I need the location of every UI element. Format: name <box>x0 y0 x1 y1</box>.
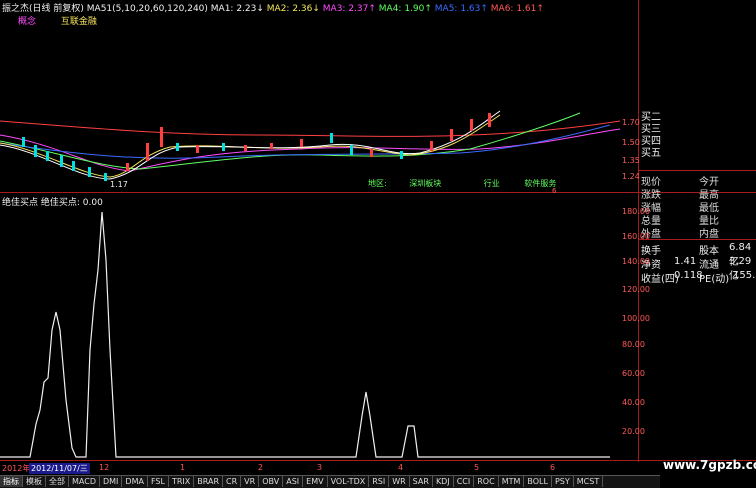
tab-obv[interactable]: OBV <box>259 476 284 487</box>
ask-3: 买三 <box>641 124 661 135</box>
ma6-value: MA6: 1.61↑ <box>490 4 544 14</box>
timeline-mark-4: 4 <box>398 463 404 472</box>
timeline-mark-1: 1 <box>180 463 186 472</box>
ind-axis-120: 120.00 <box>622 285 650 294</box>
info-industry-label: 行业 <box>483 179 500 188</box>
tab-template[interactable]: 模板 <box>23 476 46 487</box>
ind-axis-140: 140.00 <box>622 257 650 266</box>
tab-trix[interactable]: TRIX <box>169 476 195 487</box>
ma-green-line <box>0 112 581 170</box>
ask-2: 买二 <box>641 112 661 123</box>
stats-value-netasset: 1.41 <box>674 256 697 267</box>
concept-label[interactable]: 概念 <box>18 17 36 27</box>
timeline-mark-2: 2 <box>258 463 264 472</box>
tab-cr[interactable]: CR <box>223 476 242 487</box>
info-note: 6 <box>552 187 557 195</box>
stock-title[interactable]: 振之杰(日线 前复权) <box>2 4 84 14</box>
kline-axis-2: 1.50 <box>622 138 640 147</box>
concept-tags: 概念 互联金融 <box>18 14 97 27</box>
timeline-year: 2012年 <box>2 464 31 473</box>
tab-macd[interactable]: MACD <box>69 476 100 487</box>
tab-mcst[interactable]: MCST <box>574 476 604 487</box>
candles <box>22 113 491 181</box>
tab-brar[interactable]: BRAR <box>194 476 224 487</box>
ma-blue-line <box>0 124 611 159</box>
tab-roc[interactable]: ROC <box>474 476 499 487</box>
quote-divider-1 <box>639 170 756 171</box>
kline-axis-1: 1.70 <box>622 118 640 127</box>
info-board[interactable]: 深圳板块 <box>409 179 441 188</box>
ask-4: 买四 <box>641 136 661 147</box>
quote-row-outer: 外盘 内盘 <box>641 225 753 240</box>
ma-params: MA51(5,10,20,60,120,240) <box>86 4 208 14</box>
tab-mtm[interactable]: MTM <box>499 476 525 487</box>
quote-row-change: 涨跌 最高 <box>641 186 753 201</box>
tab-rsi[interactable]: RSI <box>369 476 390 487</box>
tab-vr[interactable]: VR <box>241 476 260 487</box>
panel-divider <box>638 0 639 462</box>
ma2-value: MA2: 2.36↓ <box>266 4 320 14</box>
timeline[interactable]: 2012年 2012/11/07/三 12 1 2 3 4 5 6 <box>0 463 620 474</box>
stats-label-float: 流通 <box>699 260 719 271</box>
timeline-top <box>0 460 756 461</box>
quote-row-price: 现价 今开 <box>641 173 753 188</box>
ind-axis-160: 160.00 <box>622 232 650 241</box>
chart-header: 振之杰(日线 前复权) MA51(5,10,20,60,120,240) MA1… <box>2 1 544 14</box>
ma4-value: MA4: 1.90↑ <box>378 4 432 14</box>
timeline-mark-12: 12 <box>99 463 110 472</box>
concept-sector[interactable]: 互联金融 <box>61 17 97 27</box>
stats-label-capital: 股本 <box>699 246 719 257</box>
tab-cci[interactable]: CCI <box>454 476 475 487</box>
kline-info: 地区: 深圳板块 行业 软件服务 <box>368 178 556 189</box>
kline-axis-4: 1.24 <box>622 172 640 181</box>
stats-row-turnover: 换手 股本 6.84亿 <box>641 242 755 268</box>
stats-row-eps: 收益(四) 0.118 PE(动) 155.8 <box>641 270 756 285</box>
low-price-marker: 1.17 <box>110 180 128 189</box>
indicator-tab-bar: 指标 模板 全部 MACD DMI DMA FSL TRIX BRAR CR VR OBV ASI EMV… <box>0 475 660 488</box>
tab-dmi[interactable]: DMI <box>100 476 123 487</box>
indicator-line <box>0 211 610 458</box>
tab-emv[interactable]: EMV <box>303 476 328 487</box>
tab-boll[interactable]: BOLL <box>524 476 552 487</box>
timeline-mark-6: 6 <box>550 463 556 472</box>
quote-label-inner: 内盘 <box>699 229 719 240</box>
ma3-value: MA3: 2.37↑ <box>322 4 376 14</box>
stats-row-netasset: 净资 1.41 流通 3.29亿 <box>641 256 755 282</box>
timeline-mark-3: 3 <box>317 463 323 472</box>
ask-5: 买五 <box>641 148 661 159</box>
tab-asi[interactable]: ASI <box>283 476 304 487</box>
ind-axis-60: 60.00 <box>622 369 645 378</box>
tab-psy[interactable]: PSY <box>552 476 574 487</box>
quote-row-volume: 总量 量比 <box>641 212 753 227</box>
kline-axis-3: 1.35 <box>622 156 640 165</box>
tab-kdj[interactable]: KDJ <box>433 476 454 487</box>
info-region-label: 地区: <box>368 179 387 188</box>
quote-row-pct: 涨幅 最低 <box>641 199 753 214</box>
stats-value-pe: 155.8 <box>733 270 756 281</box>
tab-all[interactable]: 全部 <box>46 476 69 487</box>
ask-list: 买二 买三 买四 买五 <box>641 112 661 160</box>
tab-wr[interactable]: WR <box>389 476 410 487</box>
ma5-value: MA5: 1.63↑ <box>434 4 488 14</box>
timeline-current-date: 2012/11/07/三 <box>29 463 90 474</box>
tab-indicator[interactable]: 指标 <box>0 476 23 487</box>
ind-axis-40: 40.00 <box>622 398 645 407</box>
ma-red-line <box>0 120 621 137</box>
timeline-mark-5: 5 <box>474 463 480 472</box>
ind-axis-180: 180.00 <box>622 207 650 216</box>
tab-vol-tdx[interactable]: VOL-TDX <box>328 476 370 487</box>
ind-axis-100: 100.00 <box>622 314 650 323</box>
ind-axis-80: 80.00 <box>622 340 645 349</box>
quote-divider-2 <box>639 239 756 240</box>
tab-fsl[interactable]: FSL <box>148 476 169 487</box>
tab-sar[interactable]: SAR <box>410 476 433 487</box>
stats-label-pe: PE(动) <box>699 274 730 285</box>
indicator-plot[interactable] <box>0 200 620 460</box>
ind-axis-20: 20.00 <box>622 427 645 436</box>
stats-label-turnover: 换手 <box>641 246 661 257</box>
tab-dma[interactable]: DMA <box>122 476 148 487</box>
ma1-value: MA1: 2.23↓ <box>210 4 264 14</box>
watermark: www.7gpzb.com <box>663 458 756 472</box>
